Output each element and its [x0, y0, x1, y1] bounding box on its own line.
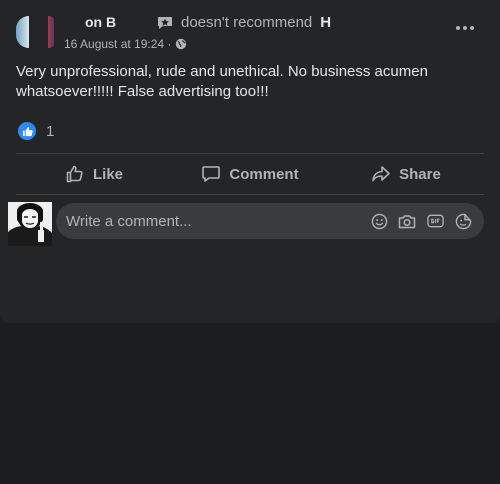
author-name[interactable]: on B	[85, 14, 116, 30]
share-arrow-icon	[372, 166, 390, 182]
like-reaction-icon	[18, 122, 36, 140]
thumbs-up-icon	[66, 165, 83, 183]
divider	[16, 153, 484, 154]
recommend-text: doesn't recommend	[181, 14, 313, 31]
more-options-icon[interactable]	[456, 21, 476, 35]
recommend-flag-icon	[158, 16, 172, 29]
comment-composer	[56, 203, 484, 239]
share-button[interactable]: Share	[328, 155, 484, 193]
emoji-icon[interactable]	[370, 212, 388, 230]
globe-icon	[176, 38, 187, 50]
sticker-icon[interactable]	[454, 212, 472, 230]
comment-label: Comment	[229, 165, 299, 183]
share-label: Share	[399, 165, 441, 183]
post-timestamp[interactable]: 16 August at 19:24 ·	[64, 37, 171, 51]
author-avatar[interactable]	[14, 16, 54, 48]
post-actions: Like Comment Share	[16, 155, 484, 193]
recommend-target[interactable]: H	[320, 14, 331, 31]
post-meta: 16 August at 19:24 ·	[64, 37, 187, 51]
reaction-summary[interactable]: 1	[18, 122, 54, 140]
like-label: Like	[92, 165, 123, 183]
divider	[16, 194, 484, 195]
commenter-avatar[interactable]	[8, 202, 52, 246]
post-card: on B doesn't recommend H 16 August at 19…	[0, 0, 500, 323]
gif-icon[interactable]	[426, 212, 444, 230]
post-body: Very unprofessional, rude and unethical.…	[16, 63, 428, 100]
comment-icon	[202, 166, 221, 182]
reaction-count: 1	[46, 122, 55, 140]
comment-button[interactable]: Comment	[172, 155, 328, 193]
like-button[interactable]: Like	[16, 155, 172, 193]
recommendation-line: doesn't recommend H	[157, 14, 331, 31]
comment-input[interactable]	[56, 203, 370, 239]
camera-icon[interactable]	[398, 212, 416, 230]
